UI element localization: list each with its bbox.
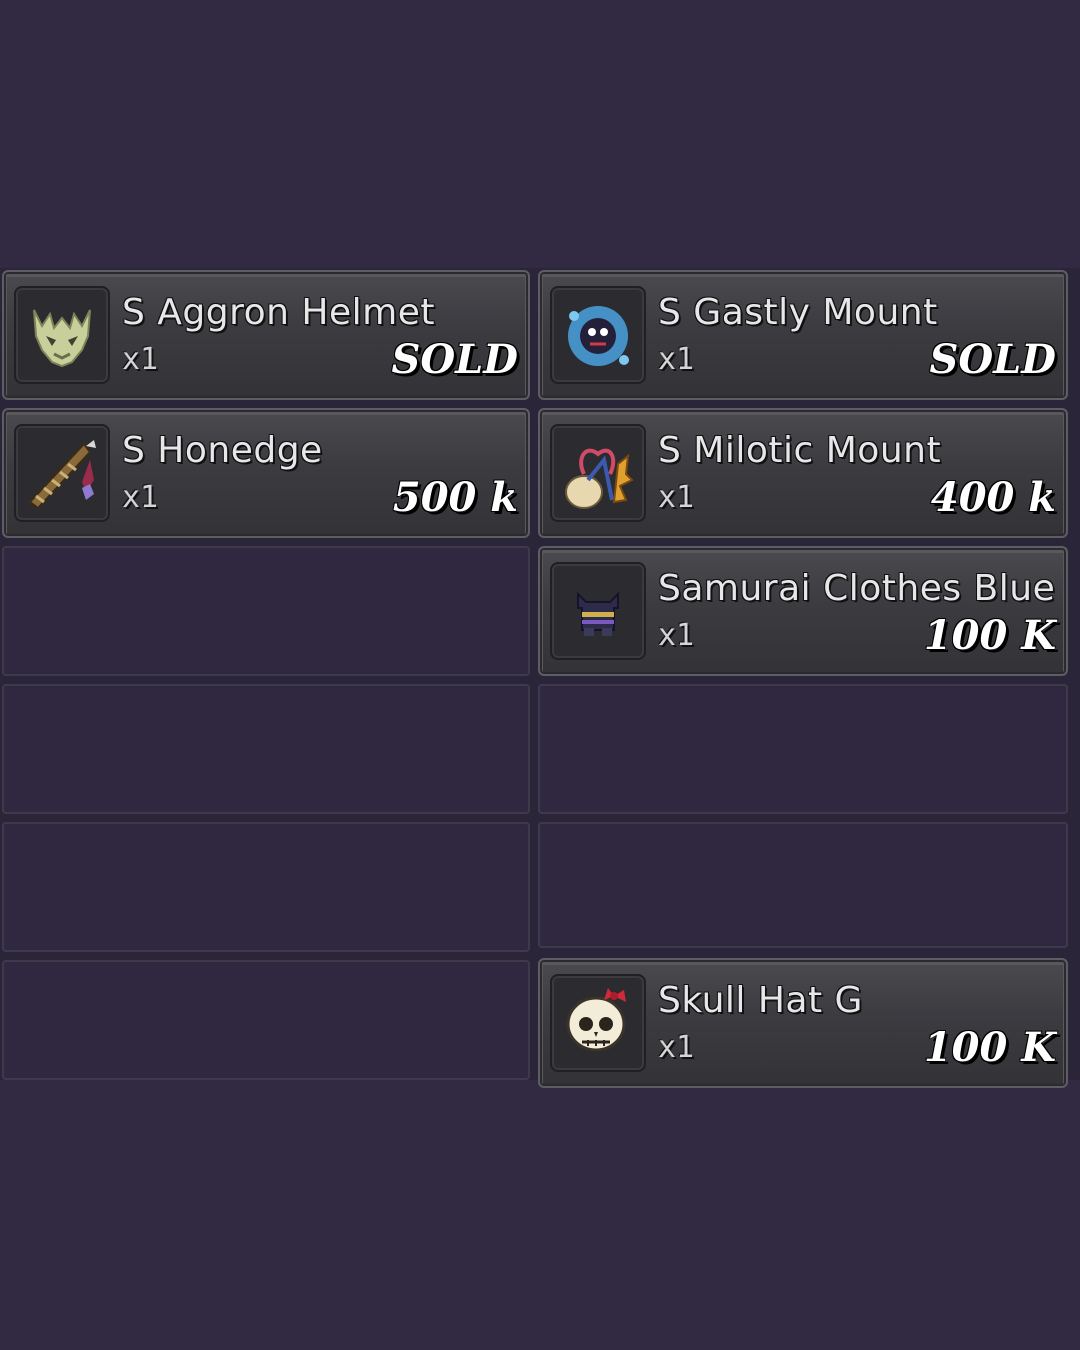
aggron-helmet-icon	[14, 286, 110, 384]
item-name: S Gastly Mount	[658, 292, 938, 333]
samurai-clothes-icon	[550, 562, 646, 660]
item-name: Skull Hat G	[658, 980, 863, 1021]
item-name: S Milotic Mount	[658, 430, 942, 471]
gastly-mount-icon	[550, 286, 646, 384]
item-price: SOLD	[929, 336, 1056, 383]
item-quantity: x1	[658, 618, 695, 653]
item-price: SOLD	[391, 336, 518, 383]
skull-hat-icon	[550, 974, 646, 1072]
empty-slot[interactable]	[538, 684, 1068, 814]
item-quantity: x1	[658, 1030, 695, 1065]
item-slot-gastly-mount[interactable]: S Gastly Mount x1 SOLD	[538, 270, 1068, 400]
empty-slot[interactable]	[2, 546, 530, 676]
item-slot-milotic-mount[interactable]: S Milotic Mount x1 400 k	[538, 408, 1068, 538]
inventory-panel: S Aggron Helmet x1 SOLD S Honedge x1 500…	[0, 268, 1080, 1088]
empty-slot[interactable]	[2, 822, 530, 952]
item-price: 100 K	[923, 1024, 1056, 1071]
item-slot-skull-hat[interactable]: Skull Hat G x1 100 K	[538, 958, 1068, 1088]
empty-slot[interactable]	[2, 960, 530, 1080]
empty-slot[interactable]	[2, 684, 530, 814]
empty-slot[interactable]	[538, 822, 1068, 948]
item-slot-aggron-helmet[interactable]: S Aggron Helmet x1 SOLD	[2, 270, 530, 400]
item-quantity: x1	[658, 342, 695, 377]
item-slot-samurai-clothes[interactable]: Samurai Clothes Blue x1 100 K	[538, 546, 1068, 676]
item-price: 500 k	[392, 474, 518, 521]
item-quantity: x1	[122, 480, 159, 515]
item-price: 400 k	[930, 474, 1056, 521]
item-quantity: x1	[658, 480, 695, 515]
item-price: 100 K	[923, 612, 1056, 659]
item-name: Samurai Clothes Blue	[658, 568, 1056, 609]
item-name: S Aggron Helmet	[122, 292, 435, 333]
item-slot-honedge[interactable]: S Honedge x1 500 k	[2, 408, 530, 538]
item-quantity: x1	[122, 342, 159, 377]
honedge-sword-icon	[14, 424, 110, 522]
milotic-mount-icon	[550, 424, 646, 522]
item-name: S Honedge	[122, 430, 323, 471]
